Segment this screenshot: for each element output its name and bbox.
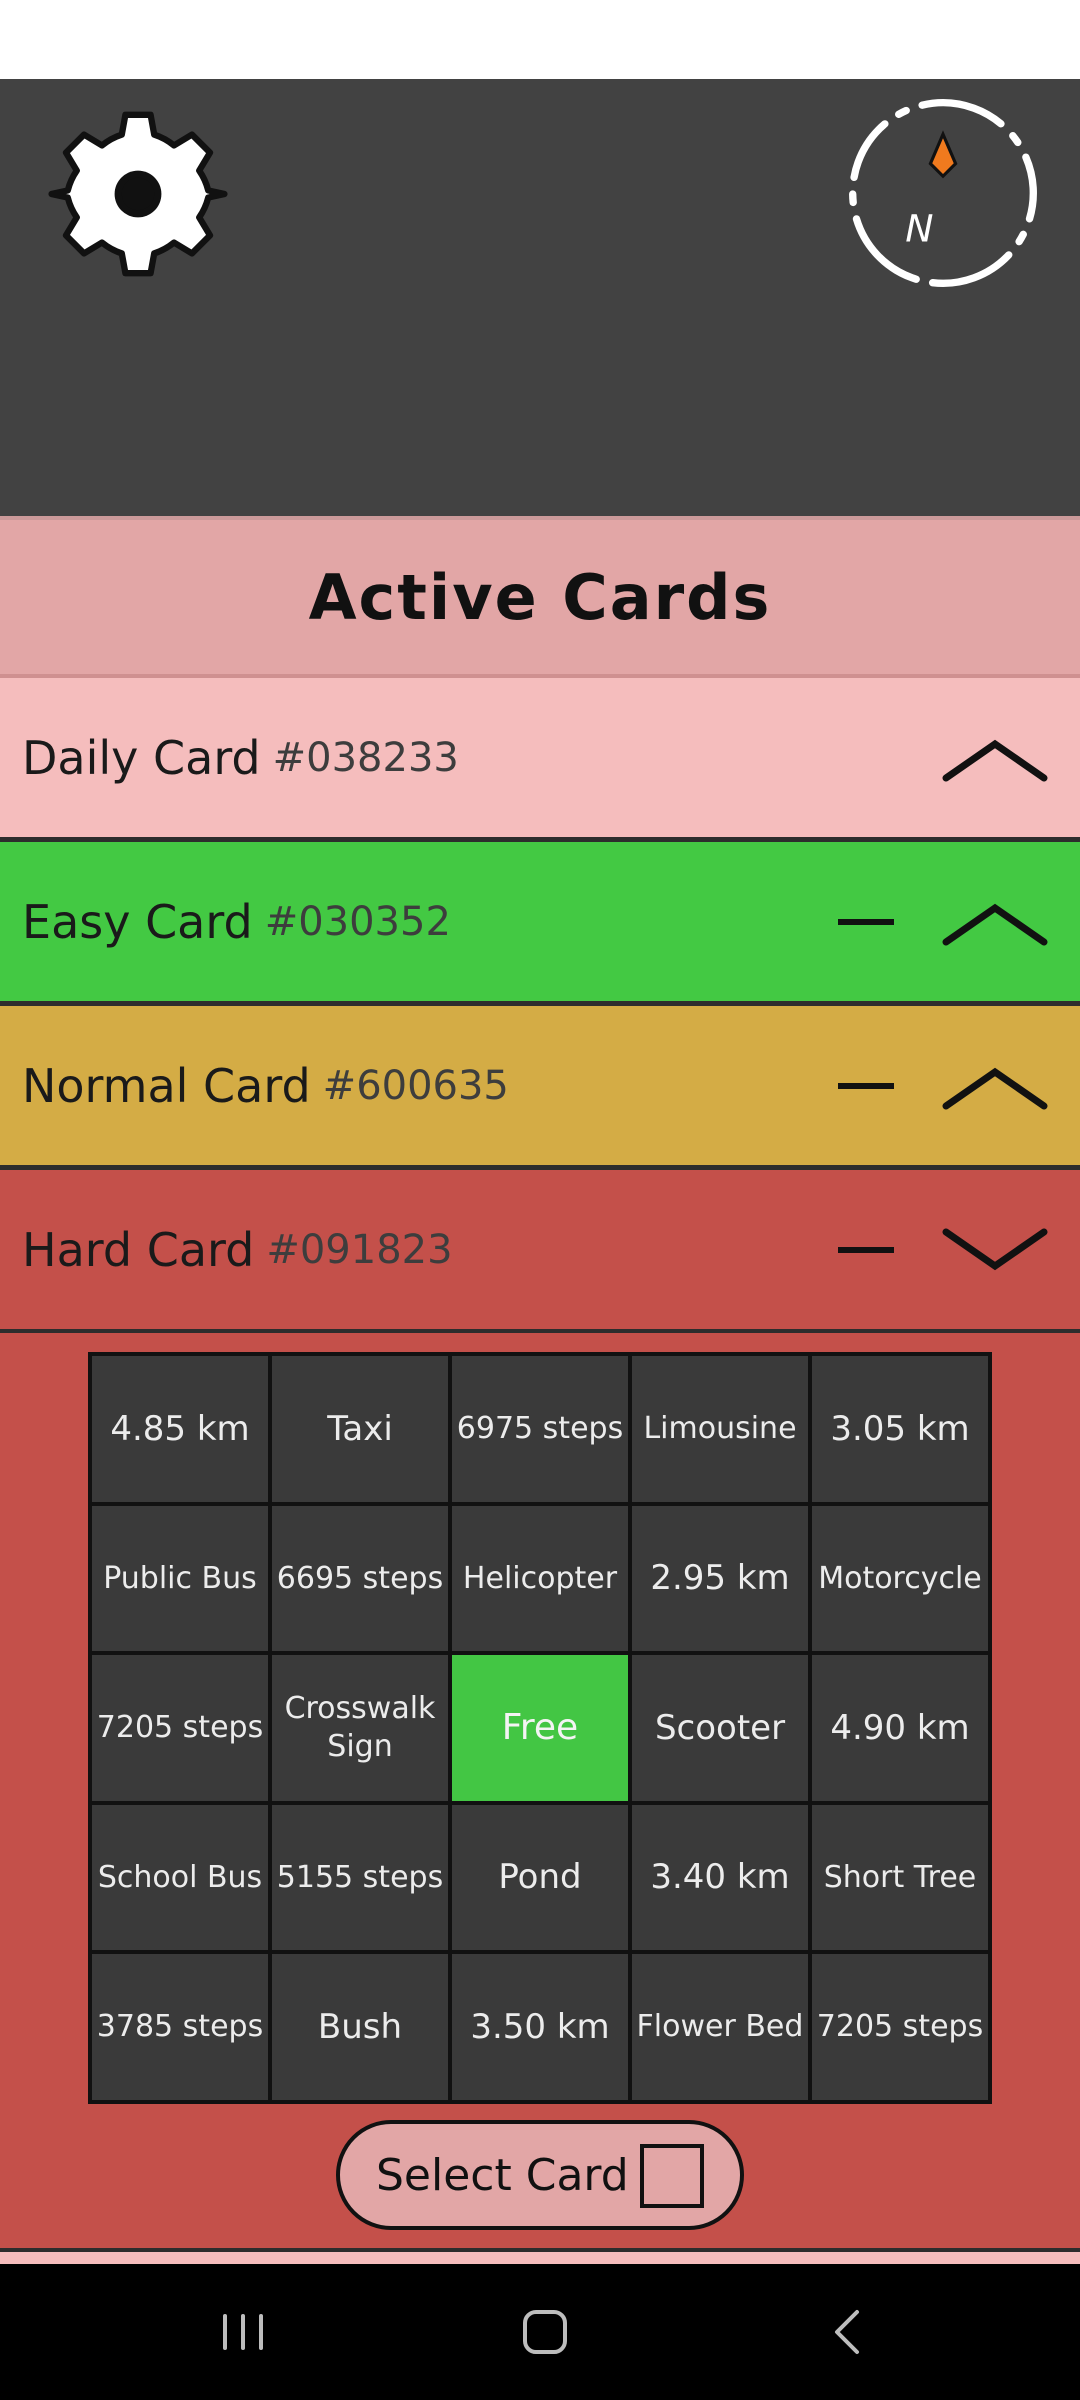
chevron-up-icon[interactable] — [940, 1054, 1050, 1118]
card-title: Daily Card #038233 — [22, 678, 459, 837]
card-name: Daily Card — [22, 730, 261, 785]
card-row-normal[interactable]: Normal Card #600635 — [0, 1006, 1080, 1170]
bingo-cell[interactable]: 3785 steps — [92, 1954, 268, 2100]
navigation-bar — [0, 2264, 1080, 2400]
bingo-cell-free[interactable]: Free — [452, 1655, 628, 1801]
card-row-easy[interactable]: Easy Card #030352 — [0, 842, 1080, 1006]
bingo-cell[interactable]: Public Bus — [92, 1505, 268, 1652]
card-number: #091823 — [266, 1226, 453, 1273]
back-icon[interactable] — [807, 2292, 887, 2372]
select-card-button[interactable]: Select Card — [336, 2120, 744, 2230]
bingo-cell[interactable]: 7205 steps — [812, 1954, 988, 2100]
next-section-edge — [0, 2248, 1080, 2264]
remove-card-button[interactable] — [834, 906, 898, 938]
bingo-cell[interactable]: Limousine — [632, 1356, 808, 1502]
compass-icon[interactable]: N — [838, 88, 1048, 298]
chevron-up-icon[interactable] — [940, 726, 1050, 790]
bingo-cell[interactable]: 2.95 km — [632, 1505, 808, 1652]
card-name: Hard Card — [22, 1222, 255, 1277]
card-number: #600635 — [322, 1062, 509, 1109]
bingo-cell[interactable]: 3.40 km — [632, 1804, 808, 1951]
bingo-cell[interactable]: 3.05 km — [812, 1356, 988, 1502]
bingo-grid: 4.85 km Taxi 6975 steps Limousine 3.05 k… — [88, 1352, 992, 2104]
bingo-cell[interactable]: Motorcycle — [812, 1505, 988, 1652]
card-name: Easy Card — [22, 894, 253, 949]
bingo-cell[interactable]: 6975 steps — [452, 1356, 628, 1502]
bingo-cell[interactable]: 5155 steps — [272, 1804, 448, 1951]
bingo-cell[interactable]: Bush — [272, 1954, 448, 2100]
card-row-daily[interactable]: Daily Card #038233 — [0, 678, 1080, 842]
bingo-cell[interactable]: 4.90 km — [812, 1655, 988, 1801]
bingo-cell[interactable]: Helicopter — [452, 1505, 628, 1652]
remove-card-button[interactable] — [834, 1234, 898, 1266]
card-number: #030352 — [264, 898, 451, 945]
card-name: Normal Card — [22, 1058, 311, 1113]
bingo-cell[interactable]: Taxi — [272, 1356, 448, 1502]
chevron-down-icon[interactable] — [940, 1218, 1050, 1282]
bingo-cell[interactable]: School Bus — [92, 1804, 268, 1951]
bingo-cell[interactable]: Crosswalk Sign — [272, 1655, 448, 1801]
home-icon[interactable] — [505, 2292, 585, 2372]
compass-letter: N — [905, 206, 933, 250]
bingo-cell[interactable]: 7205 steps — [92, 1655, 268, 1801]
bingo-cell[interactable]: Scooter — [632, 1655, 808, 1801]
page-title: Active Cards — [308, 560, 772, 634]
bingo-cell[interactable]: 6695 steps — [272, 1505, 448, 1652]
bingo-cell[interactable]: Flower Bed — [632, 1954, 808, 2100]
bingo-cell[interactable]: Pond — [452, 1804, 628, 1951]
card-title: Hard Card #091823 — [22, 1170, 453, 1329]
card-number: #038233 — [272, 734, 459, 781]
chevron-up-icon[interactable] — [940, 890, 1050, 954]
select-card-checkbox[interactable] — [640, 2144, 704, 2208]
bingo-cell[interactable]: 3.50 km — [452, 1954, 628, 2100]
card-row-hard[interactable]: Hard Card #091823 — [0, 1170, 1080, 1334]
bingo-cell[interactable]: Short Tree — [812, 1804, 988, 1951]
select-card-label: Select Card — [376, 2149, 629, 2201]
gear-icon[interactable] — [48, 104, 228, 284]
status-bar — [0, 0, 1080, 79]
active-cards-header: Active Cards — [0, 516, 1080, 678]
recent-apps-icon[interactable] — [203, 2292, 283, 2372]
remove-card-button[interactable] — [834, 1070, 898, 1102]
card-title: Easy Card #030352 — [22, 842, 451, 1001]
bingo-cell[interactable]: 4.85 km — [92, 1356, 268, 1502]
card-title: Normal Card #600635 — [22, 1006, 509, 1165]
